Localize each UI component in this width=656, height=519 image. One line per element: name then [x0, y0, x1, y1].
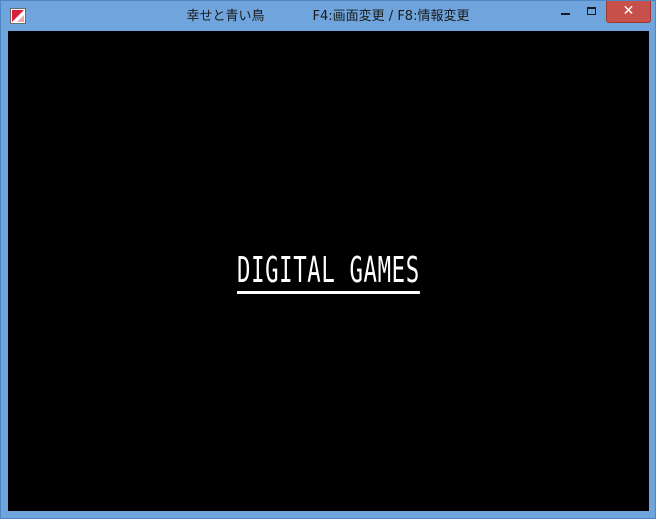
hotkey-hint: F4:画面変更 / F8:情報変更: [312, 9, 470, 24]
close-button[interactable]: ✕: [606, 1, 651, 23]
app-name: 幸せと青い鳥: [186, 9, 265, 24]
close-icon: ✕: [622, 3, 635, 19]
maximize-button[interactable]: [579, 1, 604, 23]
game-screen[interactable]: DIGITAL GAMES: [8, 31, 649, 511]
minimize-icon: [561, 13, 570, 15]
maximize-icon: [587, 7, 596, 15]
logo-container: DIGITAL GAMES: [8, 253, 649, 294]
title-bar[interactable]: 幸せと青い鳥 F4:画面変更 / F8:情報変更 ✕: [1, 1, 655, 31]
app-window: 幸せと青い鳥 F4:画面変更 / F8:情報変更 ✕ DIGITAL GAMES: [0, 0, 656, 519]
company-logo-text: DIGITAL GAMES: [237, 253, 420, 294]
minimize-button[interactable]: [553, 1, 578, 23]
